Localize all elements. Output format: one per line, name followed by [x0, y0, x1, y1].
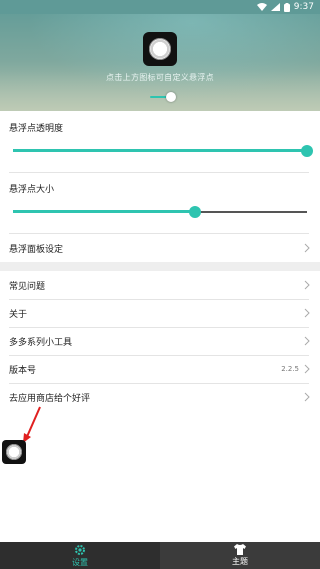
tshirt-icon — [234, 544, 246, 555]
gear-icon — [75, 544, 85, 555]
list-item-version[interactable]: 版本号 2.2.5 — [0, 355, 320, 383]
list-item-about[interactable]: 关于 — [0, 299, 320, 327]
preview-size-toggle[interactable] — [150, 92, 176, 102]
list-item-faq[interactable]: 常见问题 — [0, 271, 320, 299]
panel-settings-label: 悬浮面板设定 — [9, 244, 64, 255]
chevron-right-icon — [304, 280, 310, 290]
list-item-label: 常见问题 — [9, 281, 46, 292]
tab-theme[interactable]: 主题 — [160, 542, 320, 569]
size-slider-knob[interactable] — [189, 206, 202, 218]
opacity-slider-fill — [13, 149, 307, 152]
opacity-slider[interactable] — [13, 145, 313, 157]
chevron-right-icon — [304, 364, 310, 374]
list-item-label: 多多系列小工具 — [9, 337, 73, 348]
panel-settings-row[interactable]: 悬浮面板设定 — [0, 234, 320, 262]
chevron-right-icon — [304, 308, 310, 318]
chevron-right-icon — [304, 243, 310, 253]
list-item-label: 去应用商店给个好评 — [9, 393, 91, 404]
opacity-label: 悬浮点透明度 — [9, 124, 64, 134]
opacity-slider-knob[interactable] — [301, 145, 313, 157]
status-time: 9:37 — [293, 2, 314, 12]
float-ring-icon — [6, 444, 22, 460]
list-item-label: 版本号 — [9, 365, 37, 376]
float-point-preview-button[interactable] — [143, 32, 177, 66]
list-item-rate[interactable]: 去应用商店给个好评 — [0, 383, 320, 411]
list-item-label: 关于 — [9, 309, 28, 320]
signal-icon — [270, 3, 280, 11]
version-value: 2.2.5 — [281, 365, 299, 373]
banner-hint: 点击上方图标可自定义悬浮点 — [106, 73, 214, 82]
status-bar: 9:37 — [0, 0, 320, 14]
size-slider-fill — [13, 210, 196, 213]
chevron-right-icon — [304, 336, 310, 346]
size-slider[interactable] — [13, 206, 307, 218]
float-ring-icon — [149, 38, 171, 60]
battery-icon — [283, 2, 290, 12]
divider — [9, 172, 309, 173]
chevron-right-icon — [304, 392, 310, 402]
section-gap — [0, 262, 320, 271]
wifi-icon — [256, 3, 267, 11]
tab-theme-label: 主题 — [232, 557, 248, 566]
preview-toggle-knob[interactable] — [166, 92, 176, 102]
bottom-tab-bar: 设置 主题 — [0, 542, 320, 569]
tab-settings-label: 设置 — [72, 557, 88, 567]
tab-settings[interactable]: 设置 — [0, 542, 160, 569]
floating-assistive-button[interactable] — [2, 440, 26, 464]
annotation-arrow-icon — [23, 406, 41, 443]
size-label: 悬浮点大小 — [9, 185, 55, 195]
list-item-tools[interactable]: 多多系列小工具 — [0, 327, 320, 355]
